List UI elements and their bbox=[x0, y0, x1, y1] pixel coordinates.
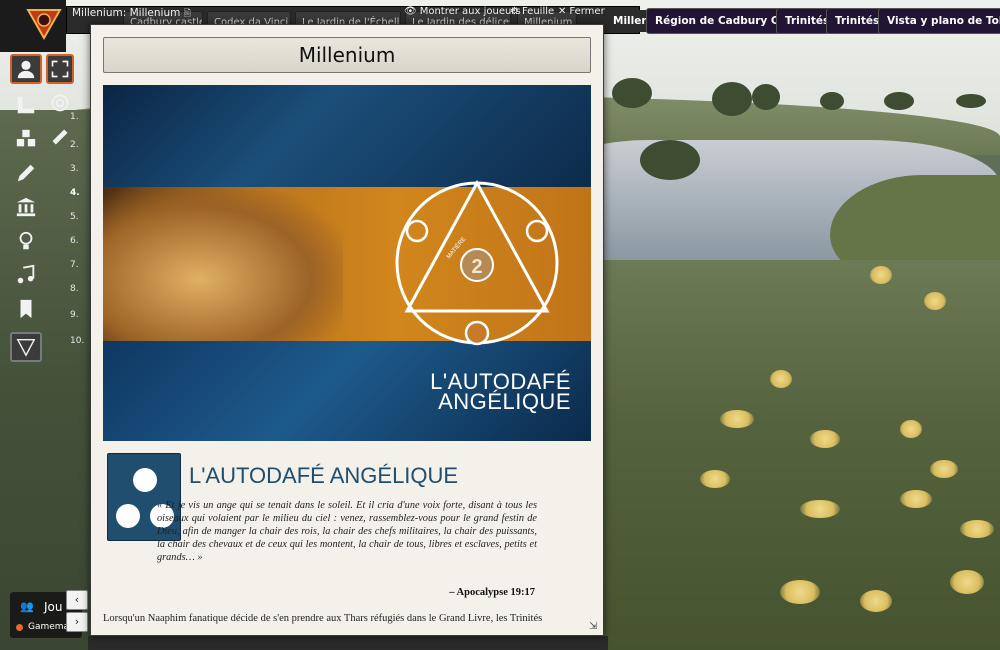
tree bbox=[752, 84, 780, 110]
page-number[interactable]: 10. bbox=[70, 336, 84, 346]
players-label: Jou bbox=[44, 600, 63, 614]
journal-window: Millenium 2 MATIÈRE L'AUTODAFÉ ANGÉLIQUE… bbox=[90, 24, 604, 636]
flower bbox=[770, 370, 792, 388]
page-number[interactable]: 6. bbox=[70, 236, 79, 246]
tree bbox=[640, 140, 700, 180]
tree bbox=[956, 94, 986, 108]
flower bbox=[860, 590, 892, 612]
flower bbox=[780, 580, 820, 604]
close-button[interactable]: ✕ Fermer bbox=[558, 6, 605, 17]
page-number[interactable]: 9. bbox=[70, 310, 79, 320]
tree bbox=[820, 92, 844, 110]
scene-tab-toledo[interactable]: Vista y plano de Toledo bbox=[878, 8, 1000, 34]
page-number[interactable]: 8. bbox=[70, 284, 79, 294]
page-number[interactable]: 5. bbox=[70, 212, 79, 222]
eye-icon: 👁 bbox=[404, 6, 417, 17]
tree bbox=[884, 92, 914, 110]
flower bbox=[900, 420, 922, 438]
epigraph-quote: « Et je vis un ange qui se tenait dans l… bbox=[157, 500, 537, 563]
flower bbox=[810, 430, 840, 448]
page-number[interactable]: 3. bbox=[70, 164, 79, 174]
show-players-button[interactable]: 👁 Montrer aux joueurs bbox=[404, 6, 521, 17]
user-icon bbox=[17, 60, 35, 79]
player-name: Gamema bbox=[28, 622, 70, 632]
section-title: L'AUTODAFÉ ANGÉLIQUE bbox=[189, 463, 459, 488]
ruler-diagonal-icon bbox=[52, 129, 68, 145]
music-icon bbox=[17, 264, 35, 284]
tiles-tool-button[interactable] bbox=[10, 124, 42, 154]
journal-section: L'AUTODAFÉ ANGÉLIQUE « Et je vis un ange… bbox=[103, 451, 591, 635]
hotbar bbox=[88, 636, 608, 650]
previous-page-button[interactable]: ‹ bbox=[66, 590, 88, 610]
walls-tool-button[interactable] bbox=[10, 192, 42, 222]
collapse-toolbar-icon[interactable]: ◀ bbox=[70, 34, 82, 48]
page-number-selected[interactable]: 4. bbox=[70, 188, 80, 198]
notes-tool-button[interactable] bbox=[10, 294, 42, 324]
journal-heading: Millenium bbox=[103, 37, 591, 73]
player-color-dot bbox=[16, 624, 23, 631]
flower bbox=[950, 570, 984, 594]
flower bbox=[720, 410, 754, 428]
left-toolbar bbox=[6, 52, 44, 368]
flower bbox=[924, 292, 946, 310]
flower bbox=[960, 520, 994, 538]
bookmark-icon bbox=[20, 299, 32, 319]
close-icon: ✕ bbox=[558, 6, 567, 17]
banner-top bbox=[103, 85, 591, 187]
page-number[interactable]: 7. bbox=[70, 260, 79, 270]
module-tool-button[interactable] bbox=[10, 332, 42, 362]
journal-banner-image: 2 MATIÈRE L'AUTODAFÉ ANGÉLIQUE bbox=[103, 85, 591, 441]
app-logo-icon[interactable] bbox=[24, 6, 64, 42]
next-page-button[interactable]: › bbox=[66, 612, 88, 632]
emblem-number: 2 bbox=[471, 256, 482, 278]
triangle-icon bbox=[16, 338, 36, 357]
banner-title-line2: ANGÉLIQUE bbox=[438, 389, 571, 414]
window-title: Millenium: Millenium 🗎 bbox=[72, 7, 191, 19]
epigraph-citation: – Apocalypse 19:17 bbox=[449, 587, 535, 598]
cubes-icon bbox=[16, 129, 36, 147]
resize-handle-icon[interactable]: ⇲ bbox=[589, 621, 601, 633]
document-icon: 🗎 bbox=[183, 9, 191, 19]
expand-icon bbox=[51, 60, 69, 78]
flower bbox=[900, 490, 932, 508]
tree bbox=[712, 82, 752, 116]
target-icon bbox=[51, 94, 69, 112]
flower bbox=[930, 460, 958, 478]
page-number[interactable]: 2. bbox=[70, 140, 79, 150]
tree bbox=[612, 78, 652, 108]
select-tool-button[interactable] bbox=[46, 54, 74, 84]
token-tool-button[interactable] bbox=[10, 54, 42, 84]
measure-tool-button[interactable] bbox=[10, 90, 42, 120]
page-number[interactable]: 1. bbox=[70, 112, 79, 122]
gear-icon: ⚙ bbox=[510, 6, 519, 17]
users-icon: 👥 bbox=[20, 600, 34, 613]
draw-tool-button[interactable] bbox=[10, 158, 42, 188]
page-number[interactable]: 0. bbox=[70, 92, 79, 102]
alchemy-emblem-icon: 2 MATIÈRE bbox=[395, 179, 559, 346]
sheet-button[interactable]: ⚙ Feuille bbox=[510, 6, 554, 17]
flower bbox=[800, 500, 840, 518]
flower bbox=[870, 266, 892, 284]
pencil-icon bbox=[17, 164, 35, 182]
lightbulb-icon bbox=[19, 231, 33, 250]
angel-artwork bbox=[103, 187, 343, 341]
ruler-icon bbox=[17, 96, 35, 114]
building-columns-icon bbox=[16, 197, 36, 217]
lighting-tool-button[interactable] bbox=[10, 226, 42, 256]
body-paragraph: Lorsqu'un Naaphim fanatique décide de s'… bbox=[103, 613, 543, 624]
sound-tool-button[interactable] bbox=[10, 260, 42, 290]
flower bbox=[700, 470, 730, 488]
